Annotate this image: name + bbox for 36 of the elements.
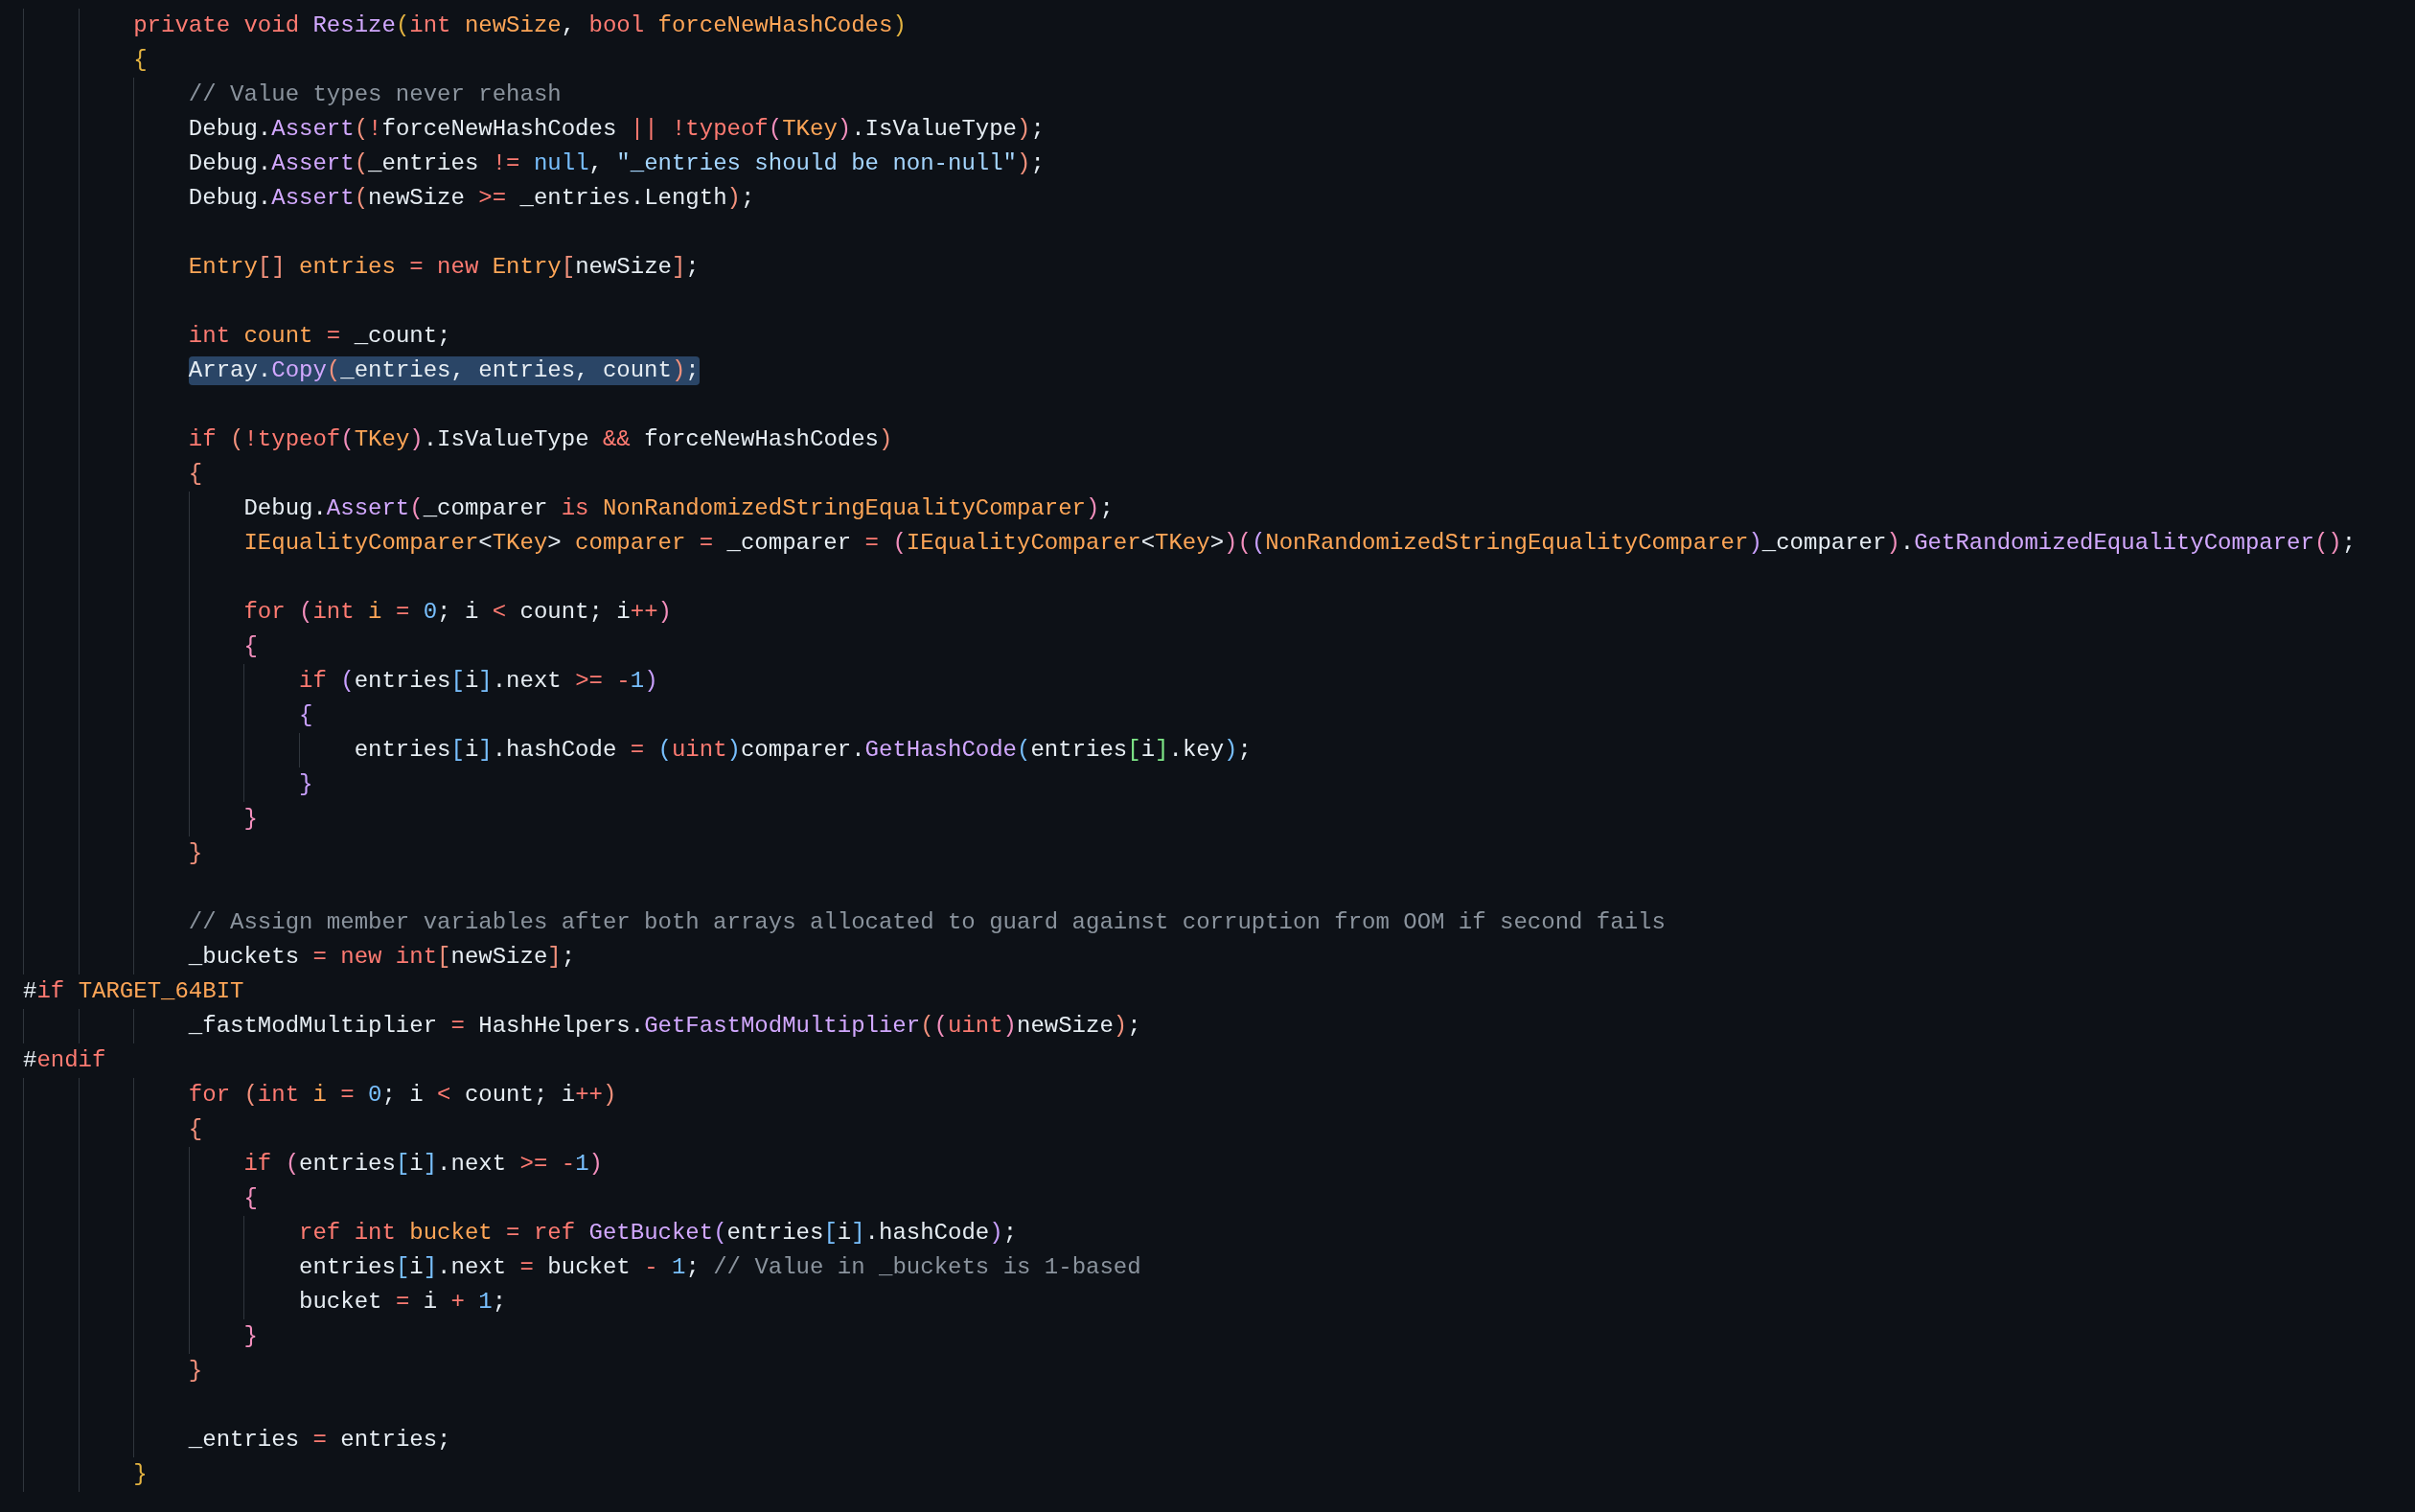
code-line: entries[i].hashCode = (uint)comparer.GetHashCode(entries[i].key); [354,736,1252,765]
code-line: ref int bucket = ref GetBucket(entries[i].hashCode); [299,1219,1018,1248]
code-line: #endif [23,1046,106,1075]
code-line: if (!typeof(TKey).IsValueType && forceNewHashCodes) [188,425,893,454]
code-line: { [188,1115,203,1144]
code-line: } [133,1460,148,1489]
code-line: // Assign member variables after both arrays allocated to guard against corruption from OOM if second fails [188,908,1666,937]
code-line: for (int i = 0; i < count; i++) [188,1081,617,1110]
code-line: { [299,701,313,730]
code-line: _entries = entries; [188,1426,451,1455]
code-line: } [243,805,258,834]
code-line: { [243,1184,258,1213]
code-line: } [188,839,203,868]
code-line: IEqualityComparer<TKey> comparer = _comparer = (IEqualityComparer<TKey>)((NonRandomizedStringEqualityComparer)_comparer).GetRandomizedEqualityComparer(); [243,529,2357,558]
code-line: Debug.Assert(_comparer is NonRandomizedStringEqualityComparer); [243,494,1114,523]
code-line: bucket = i + 1; [299,1288,507,1317]
code-line: { [188,460,203,489]
code-line: private void Resize(int newSize, bool forceNewHashCodes) [133,11,907,40]
code-line: #if TARGET_64BIT [23,977,244,1006]
code-line: if (entries[i].next >= -1) [243,1150,603,1179]
code-line: _buckets = new int[newSize]; [188,943,576,972]
code-line: for (int i = 0; i < count; i++) [243,598,672,627]
code-line: int count = _count; [188,322,451,351]
code-line: Debug.Assert(!forceNewHashCodes || !typeof(TKey).IsValueType); [188,115,1045,144]
code-line: } [188,1357,203,1386]
code-line: // Value types never rehash [188,80,562,109]
code-line: { [243,632,258,661]
code-line: _fastModMultiplier = HashHelpers.GetFastModMultiplier((uint)newSize); [188,1012,1141,1041]
code-line: entries[i].next = bucket - 1; // Value in _buckets is 1-based [299,1253,1141,1282]
code-line: } [299,770,313,799]
code-line: if (entries[i].next >= -1) [299,667,658,696]
code-line: Debug.Assert(newSize >= _entries.Length); [188,184,755,213]
code-line: Debug.Assert(_entries != null, "_entries should be non-null"); [188,149,1045,178]
code-line: Entry[] entries = new Entry[newSize]; [188,253,700,282]
code-line: { [133,46,148,75]
code-line: } [243,1322,258,1351]
